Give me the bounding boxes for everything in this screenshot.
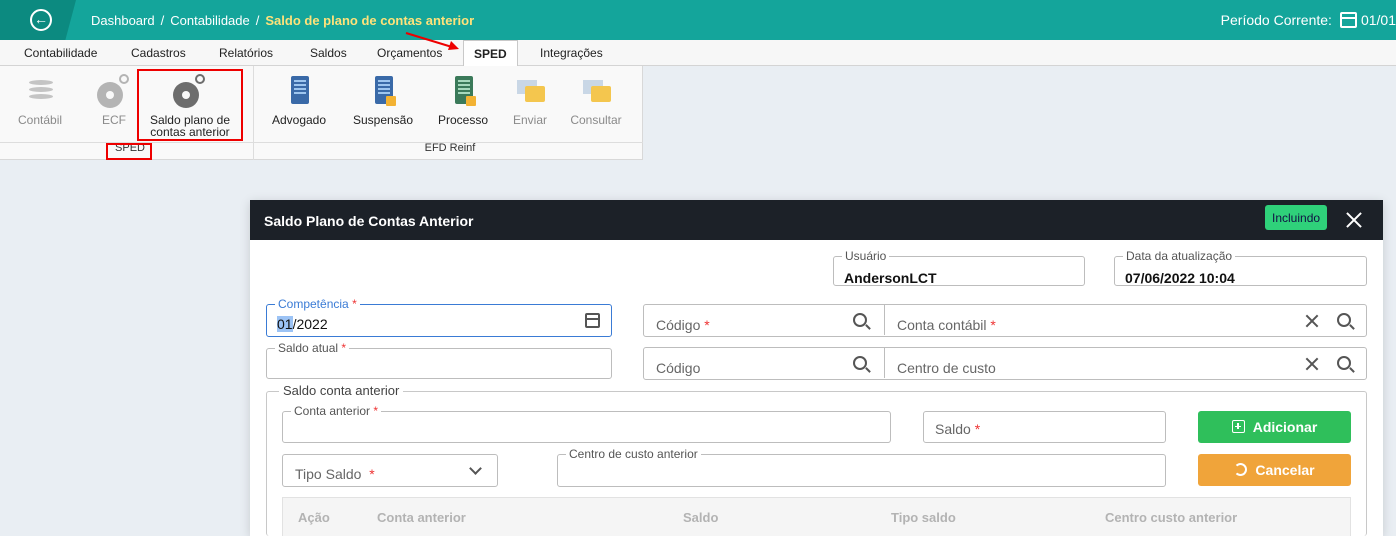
document-icon (366, 74, 400, 108)
chevron-down-icon (469, 462, 482, 475)
ribbon-processo-button[interactable]: Processo (430, 74, 496, 126)
data-atualizacao-value: 07/06/2022 10:04 (1125, 270, 1235, 286)
ribbon: Contábil ECF Saldo plano de contas anter… (0, 66, 643, 160)
usuario-value: AndersonLCT (844, 270, 937, 286)
usuario-label: Usuário (842, 249, 890, 263)
centro-custo-input[interactable]: Centro de custo (897, 360, 996, 376)
plus-icon (1231, 420, 1245, 433)
ribbon-suspensao-label: Suspensão (352, 113, 414, 127)
search-icon[interactable] (1337, 313, 1351, 327)
tab-relatorios[interactable]: Relatórios (219, 46, 273, 60)
col-centro-custo-anterior: Centro custo anterior (1105, 510, 1238, 525)
folder-icon (579, 74, 613, 108)
col-saldo: Saldo (683, 510, 719, 525)
competencia-value: 01/2022 (277, 316, 328, 332)
document-icon (282, 74, 316, 108)
conta-anterior-label: Conta anterior * (291, 404, 382, 418)
breadcrumb-dashboard[interactable]: Dashboard (91, 13, 155, 28)
saldo-placeholder: Saldo * (935, 421, 981, 437)
data-atualizacao-field: Data da atualização 07/06/2022 10:04 (1114, 249, 1367, 286)
back-arrow-icon: ← (30, 9, 52, 31)
centro-custo-lookup: Código Centro de custo (643, 347, 1367, 380)
search-icon[interactable] (853, 356, 867, 370)
periodo-label: Período Corrente: (1220, 12, 1332, 28)
ribbon-ecf-button[interactable]: ECF (94, 74, 134, 126)
competencia-field[interactable]: Competência * 01/2022 (266, 297, 612, 337)
tab-integracoes[interactable]: Integrações (540, 46, 603, 60)
ribbon-enviar-button[interactable]: Enviar (507, 74, 553, 126)
tipo-saldo-select[interactable]: Tipo Saldo * (282, 454, 498, 487)
document-icon (446, 74, 480, 108)
tab-cadastros[interactable]: Cadastros (131, 46, 186, 60)
col-tipo-saldo: Tipo saldo (891, 510, 956, 525)
ribbon-group-efd-reinf: EFD Reinf (424, 142, 476, 154)
ribbon-ecf-label: ECF (102, 113, 126, 127)
clear-icon[interactable] (1305, 357, 1319, 371)
highlight-box (137, 69, 243, 141)
ribbon-advogado-label: Advogado (271, 113, 327, 127)
ribbon-group-divider (0, 142, 643, 143)
status-badge: Incluindo (1265, 205, 1328, 230)
back-button[interactable]: ← (0, 0, 76, 40)
highlight-box (106, 143, 152, 160)
saldo-atual-field[interactable]: Saldo atual * (266, 341, 612, 379)
codigo-input[interactable]: Código * (656, 317, 710, 333)
undo-icon (1234, 463, 1248, 476)
field-divider (884, 305, 885, 335)
breadcrumb: Dashboard / Contabilidade / Saldo de plano d… (91, 13, 475, 28)
ribbon-suspensao-button[interactable]: Suspensão (350, 74, 416, 126)
col-acao: Ação (298, 510, 330, 525)
folder-icon (513, 74, 547, 108)
data-atualizacao-label: Data da atualização (1123, 249, 1236, 263)
close-icon[interactable] (1344, 210, 1364, 230)
modal-title: Saldo Plano de Contas Anterior (264, 213, 474, 229)
competencia-label: Competência * (275, 297, 360, 311)
ribbon-separator (253, 66, 254, 160)
coins-icon (23, 74, 57, 108)
conta-contabil-input[interactable]: Conta contábil * (897, 317, 996, 333)
ribbon-contabil-button[interactable]: Contábil (18, 74, 62, 126)
col-conta-anterior: Conta anterior (377, 510, 466, 525)
saldo-atual-label: Saldo atual * (275, 341, 350, 355)
saldo-input[interactable]: Saldo * (923, 411, 1166, 443)
ribbon-enviar-label: Enviar (512, 113, 547, 127)
tab-sped[interactable]: SPED (463, 40, 518, 66)
centro-custo-anterior-label: Centro de custo anterior (566, 447, 701, 461)
calendar-icon (1339, 12, 1357, 28)
periodo-value: 01/01 (1360, 12, 1396, 28)
conta-anterior-field[interactable]: Conta anterior * (282, 404, 891, 443)
ribbon-advogado-button[interactable]: Advogado (266, 74, 332, 126)
modal-header: Saldo Plano de Contas Anterior Incluindo (250, 200, 1383, 240)
codigo-centro-input[interactable]: Código (656, 360, 700, 376)
field-divider (884, 348, 885, 378)
menu-bar: Contabilidade Cadastros Relatórios Saldo… (0, 40, 1396, 66)
clear-icon[interactable] (1305, 314, 1319, 328)
adicionar-button[interactable]: Adicionar (1198, 411, 1351, 443)
calendar-icon[interactable] (585, 313, 600, 328)
ribbon-consultar-button[interactable]: Consultar (566, 74, 626, 126)
usuario-field: Usuário AndersonLCT (833, 249, 1085, 286)
gears-icon (97, 74, 131, 108)
top-bar: ← Dashboard / Contabilidade / Saldo de plano… (0, 0, 1396, 40)
centro-custo-anterior-field[interactable]: Centro de custo anterior (557, 447, 1166, 487)
tipo-saldo-placeholder: Tipo Saldo * (295, 466, 375, 482)
cancelar-button[interactable]: Cancelar (1198, 454, 1351, 486)
table-header: Ação Conta anterior Saldo Tipo saldo Cen… (282, 497, 1351, 536)
annotation-arrow-icon (405, 32, 459, 50)
breadcrumb-contabilidade[interactable]: Contabilidade (170, 13, 250, 28)
breadcrumb-current: Saldo de plano de contas anterior (265, 13, 475, 28)
tab-saldos[interactable]: Saldos (310, 46, 347, 60)
ribbon-consultar-label: Consultar (570, 113, 622, 127)
ribbon-contabil-label: Contábil (18, 113, 63, 127)
search-icon[interactable] (853, 313, 867, 327)
search-icon[interactable] (1337, 356, 1351, 370)
section-legend: Saldo conta anterior (279, 383, 404, 398)
conta-contabil-lookup: Código * Conta contábil * (643, 304, 1367, 337)
ribbon-processo-label: Processo (437, 113, 489, 127)
periodo-corrente[interactable]: Período Corrente: 01/01 (1221, 12, 1396, 28)
tab-contabilidade[interactable]: Contabilidade (24, 46, 97, 60)
